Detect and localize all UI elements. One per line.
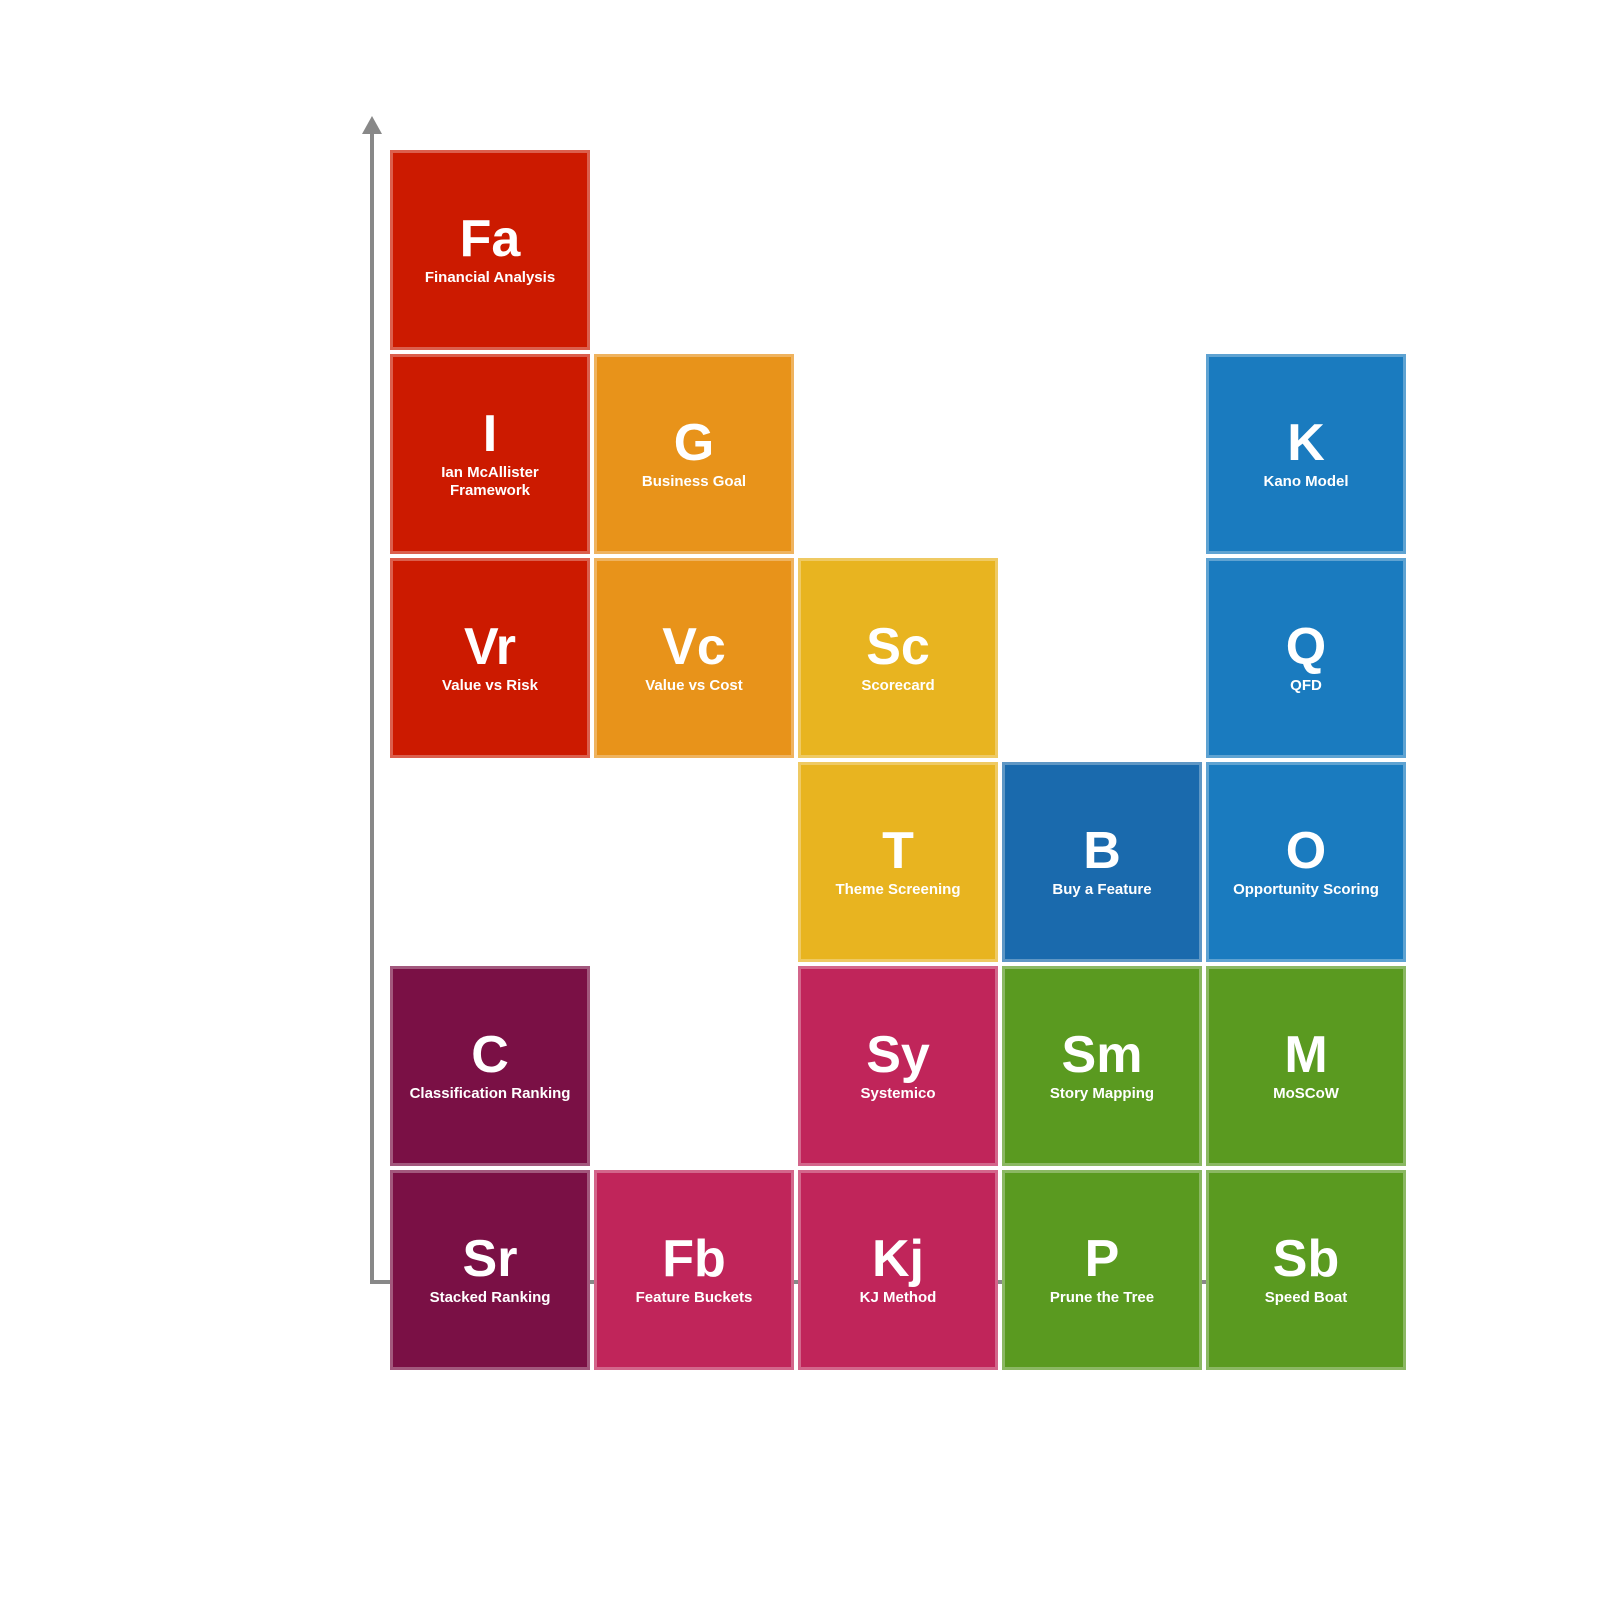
cell-sy: Sy Systemico	[798, 966, 998, 1166]
cell-sb: Sb Speed Boat	[1206, 1170, 1406, 1370]
cell-k-abbr: K	[1287, 417, 1325, 469]
cell-kj: Kj KJ Method	[798, 1170, 998, 1370]
cell-vr-abbr: Vr	[464, 621, 516, 673]
cell-c-abbr: C	[471, 1029, 509, 1081]
cell-vr-name: Value vs Risk	[442, 677, 538, 695]
cell-i-abbr: I	[483, 408, 497, 460]
cell-t: T Theme Screening	[798, 762, 998, 962]
cell-b-abbr: B	[1083, 825, 1121, 877]
cell-fa-abbr: Fa	[460, 213, 521, 265]
cell-fb-abbr: Fb	[662, 1233, 726, 1285]
cell-sc: Sc Scorecard	[798, 558, 998, 758]
cell-p-abbr: P	[1085, 1233, 1120, 1285]
cell-p-name: Prune the Tree	[1050, 1289, 1154, 1307]
cell-k-name: Kano Model	[1264, 473, 1349, 491]
cell-k: K Kano Model	[1206, 354, 1406, 554]
cell-i-name: Ian McAllister Framework	[401, 464, 579, 500]
cell-sm: Sm Story Mapping	[1002, 966, 1202, 1166]
cell-t-name: Theme Screening	[835, 881, 960, 899]
cell-b-name: Buy a Feature	[1052, 881, 1151, 899]
cell-sr: Sr Stacked Ranking	[390, 1170, 590, 1370]
cell-m: M MoSCoW	[1206, 966, 1406, 1166]
cell-q: Q QFD	[1206, 558, 1406, 758]
cell-sb-abbr: Sb	[1273, 1233, 1339, 1285]
cell-c: C Classification Ranking	[390, 966, 590, 1166]
cell-vr: Vr Value vs Risk	[390, 558, 590, 758]
cell-sr-name: Stacked Ranking	[430, 1289, 551, 1307]
cell-q-name: QFD	[1290, 677, 1322, 695]
cell-g: G Business Goal	[594, 354, 794, 554]
cell-c-name: Classification Ranking	[410, 1085, 571, 1103]
cell-vc: Vc Value vs Cost	[594, 558, 794, 758]
cell-fa: Fa Financial Analysis	[390, 150, 590, 350]
chart-container: Fa Financial Analysis I Ian McAllister Fram…	[250, 100, 1350, 1500]
cell-sc-name: Scorecard	[861, 677, 934, 695]
cell-g-abbr: G	[674, 417, 714, 469]
cell-vc-name: Value vs Cost	[645, 677, 743, 695]
cell-sy-name: Systemico	[860, 1085, 935, 1103]
cell-kj-abbr: Kj	[872, 1233, 924, 1285]
cell-sc-abbr: Sc	[866, 621, 930, 673]
cell-sr-abbr: Sr	[463, 1233, 518, 1285]
cell-t-abbr: T	[882, 825, 914, 877]
cell-fb: Fb Feature Buckets	[594, 1170, 794, 1370]
cell-fa-name: Financial Analysis	[425, 269, 555, 287]
cell-o-name: Opportunity Scoring	[1233, 881, 1379, 899]
cell-i: I Ian McAllister Framework	[390, 354, 590, 554]
cell-g-name: Business Goal	[642, 473, 746, 491]
cell-o-abbr: O	[1286, 825, 1326, 877]
cell-sm-abbr: Sm	[1062, 1029, 1143, 1081]
y-axis	[370, 130, 374, 1280]
cell-kj-name: KJ Method	[860, 1289, 937, 1307]
cell-sb-name: Speed Boat	[1265, 1289, 1348, 1307]
cell-fb-name: Feature Buckets	[636, 1289, 753, 1307]
cell-p: P Prune the Tree	[1002, 1170, 1202, 1370]
cell-sy-abbr: Sy	[866, 1029, 930, 1081]
cell-b: B Buy a Feature	[1002, 762, 1202, 962]
cell-m-name: MoSCoW	[1273, 1085, 1339, 1103]
cell-sm-name: Story Mapping	[1050, 1085, 1154, 1103]
cell-q-abbr: Q	[1286, 621, 1326, 673]
cell-vc-abbr: Vc	[662, 621, 726, 673]
cell-o: O Opportunity Scoring	[1206, 762, 1406, 962]
cell-m-abbr: M	[1284, 1029, 1327, 1081]
